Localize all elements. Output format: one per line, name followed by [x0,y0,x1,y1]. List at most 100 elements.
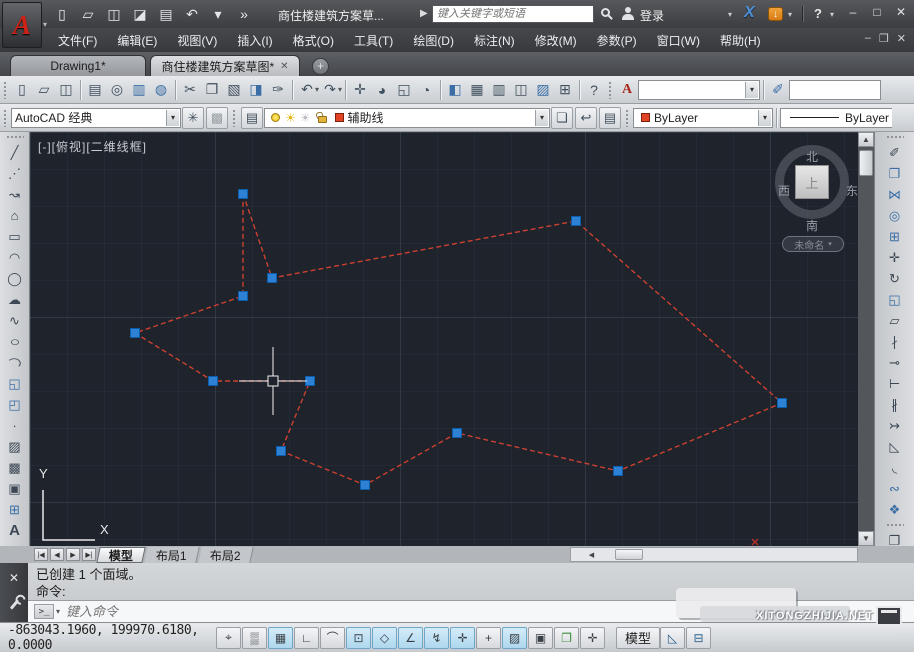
layer-vp-freeze-icon[interactable]: ☀ [300,111,311,125]
status-toggle-object-snap[interactable]: ⊡ [346,627,371,649]
color-combo[interactable]: ByLayer ▾ [633,108,773,128]
appmenu-dropdown-icon[interactable]: ▾ [43,20,47,29]
match-cell-icon[interactable]: ✑ [267,80,289,100]
dim-style-icon[interactable]: ✐ [767,80,789,100]
chamfer-icon[interactable]: ◺ [884,436,906,457]
command-prompt-icon[interactable]: >_ [34,604,54,619]
plot-icon[interactable]: ▥ [128,80,150,100]
pan-icon[interactable]: ✛ [349,80,371,100]
copy-icon[interactable]: ❐ [201,80,223,100]
qat-more-icon[interactable]: » [234,4,254,24]
layer-combo[interactable]: ☀ ☀ 辅助线 ▾ [264,108,550,128]
viewport-maximize-icon[interactable]: ◺ [660,627,685,649]
menu-modify[interactable]: 修改(M) [525,28,587,53]
layer-unlock-icon[interactable] [318,116,327,123]
toolbar-grip[interactable] [886,523,904,528]
menu-tools[interactable]: 工具(T) [344,28,403,53]
help-search-box[interactable] [432,5,594,23]
rotate-icon[interactable]: ↻ [884,268,906,289]
polyline-icon[interactable]: ↝ [4,184,26,205]
dim-style-combo[interactable] [789,80,881,100]
tab-model[interactable]: 模型 [96,547,145,563]
help-icon[interactable]: ? [814,6,822,21]
region-icon[interactable]: ▣ [4,478,26,499]
save-as-icon[interactable]: ◪ [130,4,150,24]
scroll-up-icon[interactable]: ▲ [858,132,874,147]
minimize-button[interactable]: – [846,5,860,19]
line-icon[interactable]: ╱ [4,142,26,163]
horizontal-scrollbar[interactable]: ◀ [570,547,858,562]
combo-dropdown-icon[interactable]: ▾ [758,110,771,126]
tab-layout1[interactable]: 布局1 [144,547,199,563]
cut-icon[interactable]: ✂ [179,80,201,100]
doc-close-button[interactable]: ✕ [897,32,906,45]
toolbar-grip[interactable] [886,135,904,140]
viewcube-south-label[interactable]: 南 [806,217,818,234]
save-icon[interactable]: ◫ [55,80,77,100]
properties-icon[interactable]: ◧ [444,80,466,100]
command-input[interactable] [66,604,914,619]
last-tab-icon[interactable]: ▶| [82,548,96,561]
vertical-scroll-thumb[interactable] [859,150,873,176]
save-icon[interactable]: ◫ [104,4,124,24]
menu-window[interactable]: 窗口(W) [647,28,710,53]
circle-icon[interactable]: ◯ [4,268,26,289]
status-toggle-3d-object-snap[interactable]: ◇ [372,627,397,649]
blend-icon[interactable]: ∾ [884,478,906,499]
markup-icon[interactable]: ▨ [532,80,554,100]
viewcube-west-label[interactable]: 西 [778,182,790,199]
horizontal-scroll-thumb[interactable] [615,549,643,560]
status-toggle-object-snap-tracking[interactable]: ∠ [398,627,423,649]
status-toggle-transparency[interactable]: ▨ [502,627,527,649]
command-customize-wrench-icon[interactable] [9,599,18,609]
scroll-down-icon[interactable]: ▼ [858,531,874,546]
status-toggle-annotation-monitor[interactable]: ✛ [580,627,605,649]
match-properties-icon[interactable]: ◨ [245,80,267,100]
publish-icon[interactable]: ◍ [150,80,172,100]
menu-view[interactable]: 视图(V) [167,28,227,53]
command-close-icon[interactable]: ✕ [9,571,19,585]
toolbar-grip[interactable] [608,81,613,99]
close-button[interactable]: ✕ [894,5,908,19]
status-toggle-snap-mode[interactable]: ▒ [242,627,267,649]
scale-icon[interactable]: ◱ [884,289,906,310]
quick-calc-icon[interactable]: ⊞ [554,80,576,100]
status-toggle-ortho-mode[interactable]: ∟ [294,627,319,649]
toolbar-grip[interactable] [232,109,237,127]
title-flyout-icon[interactable]: ▶ [420,8,428,19]
arc-icon[interactable]: ◠ [4,247,26,268]
doc-minimize-button[interactable]: – [865,32,871,45]
scroll-left-icon[interactable]: ◀ [585,549,598,560]
tool-palettes-icon[interactable]: ▥ [488,80,510,100]
search-binoculars-icon[interactable] [601,8,610,17]
print-icon[interactable]: ▤ [156,4,176,24]
a360-dropdown-icon[interactable]: ▾ [788,10,792,19]
menu-help[interactable]: 帮助(H) [710,28,771,53]
toolbar-grip[interactable] [3,109,8,127]
fillet-icon[interactable]: ◟ [884,457,906,478]
construction-line-icon[interactable]: ⋰ [4,163,26,184]
new-tab-button[interactable]: + [312,58,329,75]
stretch-icon[interactable]: ▱ [884,310,906,331]
layer-states-icon[interactable]: ▤ [599,107,621,129]
doc-restore-button[interactable]: ❐ [879,32,889,45]
model-space-button[interactable]: 模型 [616,627,660,649]
exchange-apps-icon[interactable]: X [744,4,755,22]
file-tab-active[interactable]: 商住楼建筑方案草图* ✕ [150,55,300,76]
array-icon[interactable]: ⊞ [884,226,906,247]
copy-icon[interactable]: ❐ [884,163,906,184]
sketch-polyline-layer[interactable] [30,132,858,546]
command-prompt-dropdown-icon[interactable]: ▾ [56,607,60,616]
layer-previous-icon[interactable]: ↩ [575,107,597,129]
application-menu-button[interactable]: A [2,2,42,48]
open-icon[interactable]: ▱ [78,4,98,24]
revision-cloud-icon[interactable]: ☁ [4,289,26,310]
status-toggle-selection-cycling[interactable]: ❐ [554,627,579,649]
make-block-icon[interactable]: ◰ [4,394,26,415]
layer-properties-icon[interactable]: ▤ [241,107,263,129]
help-icon[interactable]: ? [583,80,605,100]
workspace-settings-gear-icon[interactable]: ✳ [182,107,204,129]
prev-tab-icon[interactable]: ◀ [50,548,64,561]
gradient-icon[interactable]: ▩ [4,457,26,478]
user-icon[interactable] [622,7,634,20]
